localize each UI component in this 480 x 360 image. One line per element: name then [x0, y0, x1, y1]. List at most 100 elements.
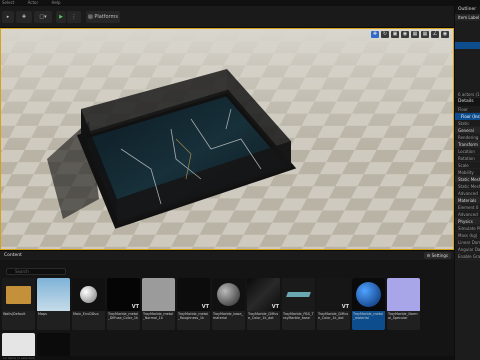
world-icon[interactable]: ◉	[401, 31, 409, 38]
asset-tile[interactable]: TrayMarble_FBX_TrayMarble_base	[282, 278, 315, 330]
asset-tile[interactable]: Walls/Default	[2, 278, 35, 330]
details-sub[interactable]: Static	[455, 120, 480, 127]
details-component[interactable]: Floor (Inst	[455, 113, 480, 120]
details-row[interactable]: Mobility	[455, 169, 480, 176]
details-actor-name[interactable]: Floor	[455, 106, 480, 113]
level-viewport[interactable]: ✚ ↻ ▣ ◉ ▦ ▦ ∠ ◉	[0, 28, 454, 250]
details-row[interactable]: Rendering	[455, 134, 480, 141]
asset-label: TrayMarble_metal_material	[353, 312, 384, 320]
virtual-texture-badge: VT	[271, 304, 279, 310]
outliner-row[interactable]	[455, 21, 480, 28]
platforms-icon: ▧	[87, 14, 93, 20]
asset-tile-selected[interactable]: TrayMarble_metal_material	[352, 278, 385, 330]
asset-label: Maps	[38, 312, 47, 316]
asset-tile[interactable]: VT TrayMarble_Diffuse_Color_1k_dot	[317, 278, 350, 330]
details-row[interactable]: Physics	[455, 218, 480, 225]
outliner-row[interactable]	[455, 56, 480, 63]
asset-tile[interactable]: TrayMarble_Normal_Specular	[387, 278, 420, 330]
texture-thumbnail	[142, 278, 175, 311]
platforms-label: Platforms	[94, 14, 119, 20]
scale-icon[interactable]: ▣	[391, 31, 399, 38]
camera-icon[interactable]: ◉	[441, 31, 449, 38]
asset-tile[interactable]: TrayMarble_metal_Normal_1k	[142, 278, 175, 330]
angle-icon[interactable]: ∠	[431, 31, 439, 38]
outliner-row[interactable]	[455, 84, 480, 91]
outliner-row[interactable]	[455, 49, 480, 56]
rotate-icon[interactable]: ↻	[381, 31, 389, 38]
details-row[interactable]: Enable Gravi	[455, 253, 480, 260]
outliner-header: Item Label	[455, 14, 480, 21]
details-row[interactable]: Materials	[455, 197, 480, 204]
asset-label: TrayMarble_metal_Normal_1k	[143, 312, 174, 320]
mode-select-button[interactable]: ▸	[2, 11, 14, 23]
details-row[interactable]: Mass (kg)	[455, 232, 480, 239]
asset-label: Main_EnvDDuo	[73, 312, 99, 316]
map-thumbnail	[37, 278, 70, 311]
folder-icon	[2, 278, 35, 311]
platforms-button[interactable]: ▧ Platforms	[86, 11, 120, 23]
outliner-row[interactable]	[455, 63, 480, 70]
outliner-panel: Outliner Item Label 6 actors (1 se Detai…	[454, 6, 480, 360]
details-row[interactable]: Scale	[455, 162, 480, 169]
asset-label: TrayMarble_metal_Diffuse_Color_1k	[108, 312, 139, 320]
virtual-texture-badge: VT	[131, 304, 139, 310]
content-search-input[interactable]: Search	[6, 268, 66, 275]
asset-label: Walls/Default	[3, 312, 26, 316]
details-row[interactable]: Linear Dampi	[455, 239, 480, 246]
play-button[interactable]: ▶	[56, 11, 66, 23]
asset-tile[interactable]: Main_EnvDDuo	[72, 278, 105, 330]
texture-thumbnail: VT	[107, 278, 140, 311]
details-row[interactable]: Simulate Physi	[455, 225, 480, 232]
asset-tile[interactable]	[2, 333, 35, 357]
asset-tile[interactable]: Maps	[37, 278, 70, 330]
texture-thumbnail	[2, 333, 35, 357]
outliner-row[interactable]	[455, 35, 480, 42]
outliner-row[interactable]	[455, 28, 480, 35]
details-row[interactable]: Rotation	[455, 155, 480, 162]
texture-thumbnail	[37, 333, 70, 357]
content-browser-tab[interactable]: Content ⚙ Settings	[0, 251, 454, 260]
blueprint-button[interactable]: □▾	[34, 11, 52, 23]
viewport-scene	[1, 29, 453, 249]
asset-label: TrayMarble_base_material	[213, 312, 244, 320]
details-row[interactable]: Advanced	[455, 190, 480, 197]
material-thumbnail	[352, 278, 385, 311]
texture-thumbnail	[387, 278, 420, 311]
details-row[interactable]: Angular Dampi	[455, 246, 480, 253]
gear-icon: ⚙	[426, 253, 431, 258]
virtual-texture-badge: VT	[341, 304, 349, 310]
asset-tile[interactable]: TrayMarble_base_material	[212, 278, 245, 330]
texture-thumbnail: VT	[177, 278, 210, 311]
details-row[interactable]: Element 0	[455, 204, 480, 211]
details-row[interactable]: Advanced	[455, 211, 480, 218]
material-thumbnail	[72, 278, 105, 311]
outliner-row[interactable]	[455, 77, 480, 84]
asset-label: TrayMarble_FBX_TrayMarble_base	[283, 312, 314, 320]
asset-tile[interactable]: VT TrayMarble_metal_Roughness_1k	[177, 278, 210, 330]
asset-grid: Walls/Default Maps Main_EnvDDuo VT TrayMa…	[0, 278, 454, 334]
details-title: Details	[455, 98, 480, 106]
grid-icon[interactable]: ▦	[421, 31, 429, 38]
add-actor-button[interactable]: ✚	[16, 11, 32, 23]
details-row[interactable]: General	[455, 127, 480, 134]
details-row[interactable]: Location	[455, 148, 480, 155]
details-row[interactable]: Transform	[455, 141, 480, 148]
settings-button[interactable]: ⚙ Settings	[423, 252, 451, 259]
details-row[interactable]: Static Mesh	[455, 183, 480, 190]
asset-tile[interactable]: VT TrayMarble_Diffuse_Color_1k_dot	[247, 278, 280, 330]
asset-tile[interactable]: VT TrayMarble_metal_Diffuse_Color_1k	[107, 278, 140, 330]
virtual-texture-badge: VT	[201, 304, 209, 310]
outliner-title: Outliner	[455, 6, 480, 14]
details-row[interactable]: Static Mesh	[455, 176, 480, 183]
content-footer: 12 items (1 selected)	[0, 356, 454, 360]
main-toolbar: ▸ ✚ □▾ ▶ ⋮ ▧ Platforms	[0, 6, 454, 28]
outliner-row[interactable]	[455, 70, 480, 77]
snap-icon[interactable]: ▦	[411, 31, 419, 38]
outliner-row-selected[interactable]	[455, 42, 480, 49]
translate-icon[interactable]: ✚	[371, 31, 379, 38]
asset-label: TrayMarble_Diffuse_Color_1k_dot	[318, 312, 349, 320]
asset-tile[interactable]	[37, 333, 70, 357]
play-options-button[interactable]: ⋮	[67, 11, 81, 23]
asset-label: TrayMarble_Normal_Specular	[388, 312, 418, 320]
viewport-toolbar: ✚ ↻ ▣ ◉ ▦ ▦ ∠ ◉	[371, 31, 449, 38]
